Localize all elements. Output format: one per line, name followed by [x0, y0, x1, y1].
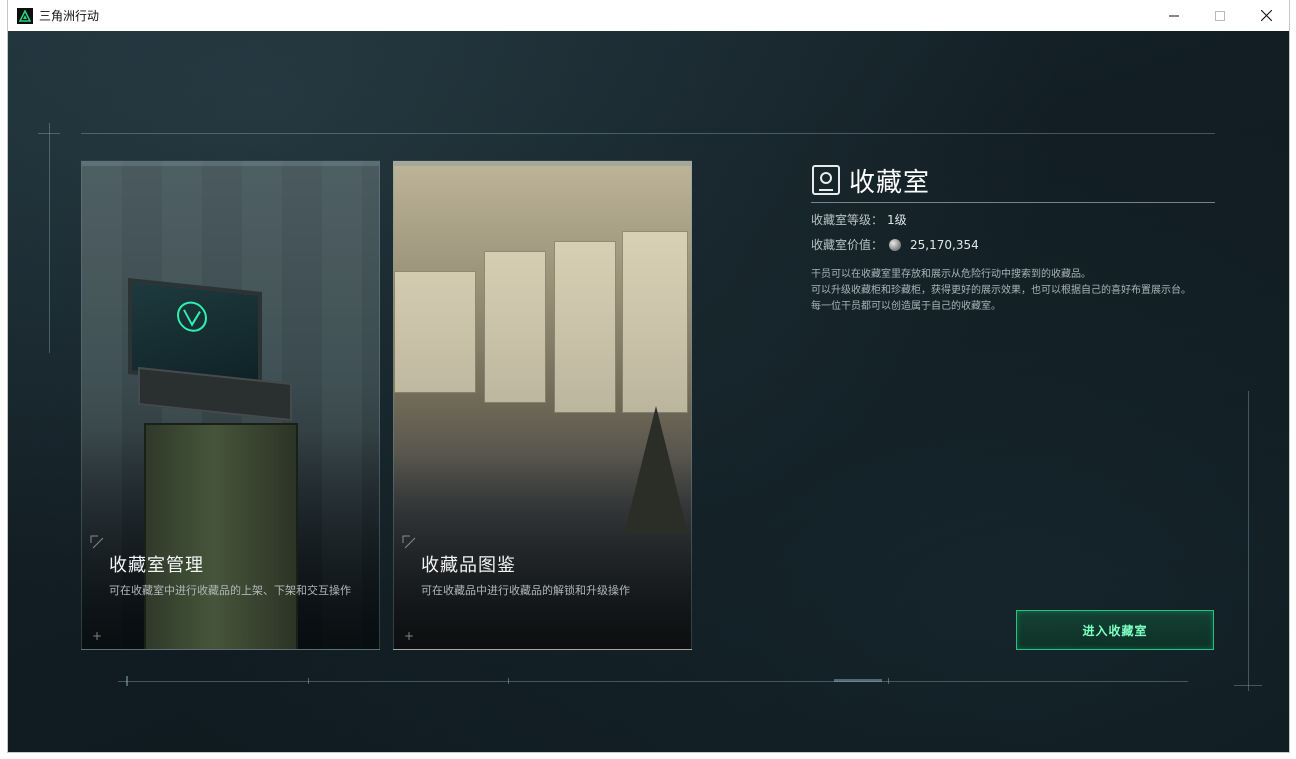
info-description: 干员可以在收藏室里存放和展示从危险行动中搜索到的收藏品。 可以升级收藏柜和珍藏柜…: [811, 267, 1215, 315]
card-title: 收藏品图鉴: [421, 555, 516, 576]
value-row: 收藏室价值： 25,170,354: [811, 236, 1215, 253]
hud-tick: [508, 678, 509, 684]
expand-corner-icon: [90, 535, 104, 549]
hud-right-line: [1248, 391, 1249, 691]
value-label: 收藏室价值：: [811, 238, 884, 252]
collection-room-management-card[interactable]: 收藏室管理 可在收藏室中进行收藏品的上架、下架和交互操作 +: [81, 160, 380, 650]
minimize-button[interactable]: [1151, 0, 1197, 31]
display-shelf: [554, 241, 616, 413]
shield-logo-icon: [177, 301, 207, 332]
expand-corner-icon: [402, 535, 416, 549]
hud-tick: [308, 678, 309, 684]
description-line: 可以升级收藏柜和珍藏柜，获得更好的展示效果，也可以根据自己的喜好布置展示台。: [811, 285, 1191, 296]
window-title: 三角洲行动: [39, 9, 100, 23]
card-description: 可在收藏品中进行收藏品的解锁和升级操作: [421, 584, 630, 597]
hud-right-cross: [1234, 685, 1262, 686]
maximize-button[interactable]: [1197, 0, 1243, 31]
hud-tick: [888, 678, 889, 684]
collection-catalog-card[interactable]: 收藏品图鉴 可在收藏品中进行收藏品的解锁和升级操作 +: [393, 160, 692, 650]
terminal-tower: [144, 423, 298, 649]
card-top-bar: [82, 161, 379, 166]
traffic-cone: [624, 406, 688, 534]
level-label: 收藏室等级：: [811, 213, 884, 227]
title-bar: 三角洲行动: [8, 0, 1289, 31]
enter-collection-room-button[interactable]: 进入收藏室: [1016, 610, 1214, 650]
hud-left-line: [49, 123, 50, 353]
plus-icon: +: [404, 629, 415, 643]
app-logo-icon: [17, 7, 33, 24]
hud-left-cross: [38, 133, 60, 134]
card-description: 可在收藏室中进行收藏品的上架、下架和交互操作: [109, 584, 351, 597]
maximize-icon: [1215, 10, 1225, 21]
description-line: 每一位干员都可以创造属于自己的收藏室。: [811, 301, 1001, 312]
collection-room-info-panel: 收藏室 收藏室等级： 1级 收藏室价值： 25,170,354 干员可以在收藏室…: [811, 160, 1215, 315]
level-value: 1级: [887, 213, 907, 227]
level-row: 收藏室等级： 1级: [811, 211, 1215, 228]
plus-icon: +: [92, 629, 103, 643]
collection-room-icon: [812, 165, 840, 195]
info-title: 收藏室: [849, 167, 931, 198]
hud-bottom-line: [118, 681, 1188, 682]
hud-top-line: [81, 133, 1215, 134]
info-header: 收藏室: [811, 160, 1215, 203]
card-title: 收藏室管理: [109, 555, 204, 576]
display-shelf: [622, 231, 688, 413]
close-button[interactable]: [1243, 0, 1289, 31]
collection-room-scene: 收藏室管理 可在收藏室中进行收藏品的上架、下架和交互操作 + 收藏品图鉴 可在收…: [8, 31, 1289, 752]
card-top-bar: [394, 161, 691, 166]
value-amount: 25,170,354: [910, 237, 979, 252]
close-icon: [1260, 10, 1272, 21]
hud-tick: [126, 676, 128, 686]
display-shelf: [394, 271, 476, 393]
minimize-icon: [1169, 15, 1179, 16]
description-line: 干员可以在收藏室里存放和展示从危险行动中搜索到的收藏品。: [811, 269, 1091, 280]
hud-tick: [834, 679, 882, 682]
keyboard: [138, 366, 292, 422]
display-shelf: [484, 251, 546, 403]
coin-icon: [889, 238, 902, 251]
game-window: 三角洲行动 收藏室管理 可在收藏室中进行收藏品的上架、下架和交互操作 + 收藏品…: [8, 0, 1289, 752]
